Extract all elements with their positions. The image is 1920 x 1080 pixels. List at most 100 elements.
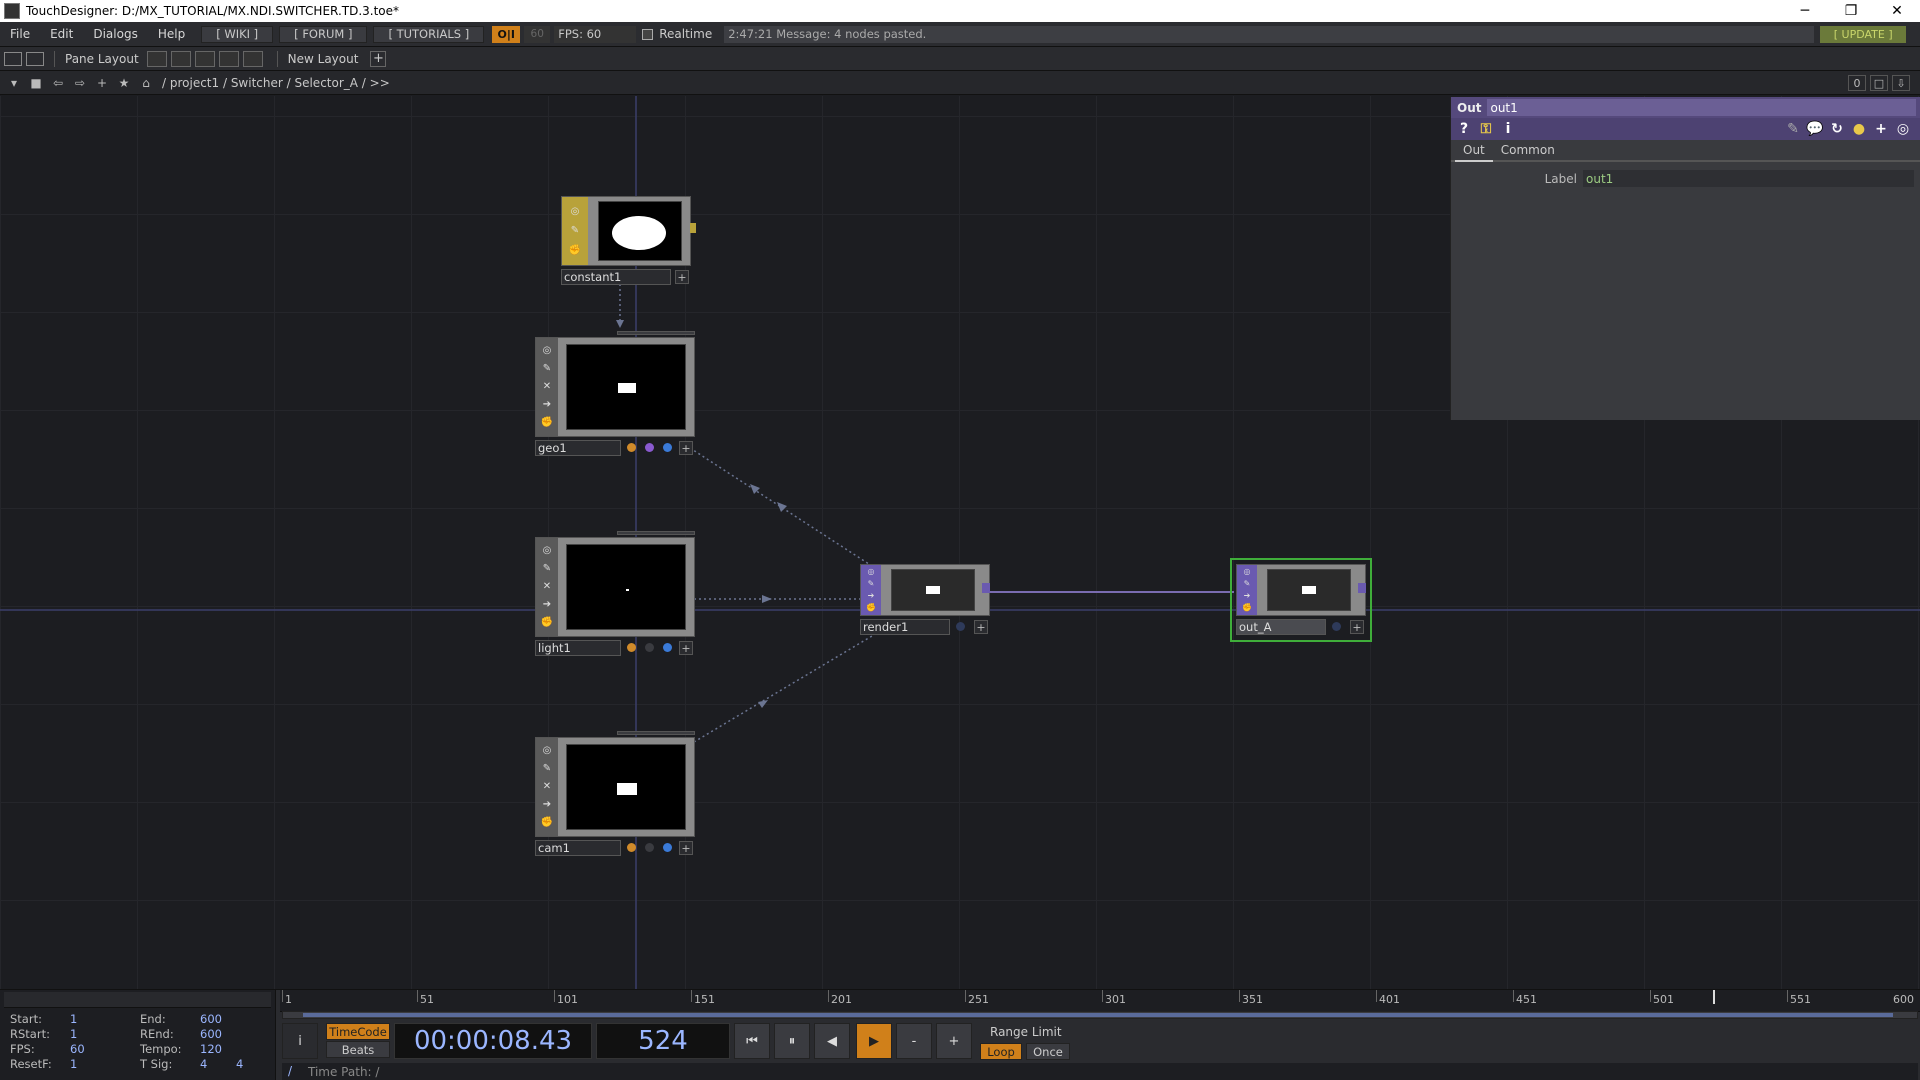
- node-cam1[interactable]: ◎ ✎ ✕ ➔ ✊ cam1 +: [535, 731, 695, 861]
- pane-type-icon[interactable]: [4, 51, 22, 66]
- display-flag[interactable]: [1332, 622, 1341, 631]
- home-icon[interactable]: ⌂: [138, 75, 154, 91]
- python-icon[interactable]: ●: [1850, 120, 1868, 138]
- minimize-button[interactable]: ─: [1782, 0, 1828, 22]
- node-plus-button[interactable]: +: [1350, 620, 1364, 634]
- start-value[interactable]: 1: [70, 1012, 77, 1026]
- edit-icon[interactable]: ✎: [543, 364, 551, 374]
- chevron-down-icon[interactable]: ▾: [6, 75, 22, 91]
- node-plus-button[interactable]: +: [679, 441, 693, 455]
- node-name-label[interactable]: out_A: [1236, 619, 1326, 635]
- bypass-icon[interactable]: ✕: [543, 382, 551, 392]
- pick-flag[interactable]: [645, 643, 654, 652]
- display-icon[interactable]: ➔: [543, 800, 551, 810]
- menu-file[interactable]: File: [0, 27, 40, 41]
- node-name-label[interactable]: cam1: [535, 840, 621, 856]
- node-plus-button[interactable]: +: [974, 620, 988, 634]
- layout-three-pane-icon[interactable]: [218, 50, 239, 67]
- node-plus-button[interactable]: +: [679, 841, 693, 855]
- timeline-ruler[interactable]: 1 51 101 151 201 251 301 351 401 451 501…: [280, 990, 1920, 1012]
- tab-out[interactable]: Out: [1455, 143, 1493, 162]
- network-path-breadcrumb[interactable]: / project1 / Switcher / Selector_A / >>: [162, 76, 390, 90]
- step-forward-button[interactable]: +: [936, 1023, 972, 1059]
- node-name-label[interactable]: geo1: [535, 440, 621, 456]
- node-plus-button[interactable]: +: [679, 641, 693, 655]
- viewer-toggle-icon[interactable]: ◎: [543, 746, 552, 756]
- edit-icon[interactable]: ✎: [571, 226, 579, 236]
- menu-edit[interactable]: Edit: [40, 27, 83, 41]
- rstart-value[interactable]: 1: [70, 1027, 77, 1041]
- node-light1[interactable]: ◎ ✎ ✕ ➔ ✊ light1 +: [535, 531, 695, 661]
- restore-button[interactable]: ❐: [1828, 0, 1874, 22]
- render-flag[interactable]: [627, 843, 636, 852]
- viewer-toggle-icon[interactable]: ◎: [868, 567, 875, 577]
- help-icon[interactable]: ?: [1455, 120, 1473, 138]
- cook-icon[interactable]: ✊: [541, 418, 553, 428]
- step-back-button[interactable]: -: [896, 1023, 932, 1059]
- output-connector[interactable]: [1358, 583, 1366, 593]
- bypass-icon[interactable]: ✕: [543, 782, 551, 792]
- cook-icon[interactable]: ✊: [541, 818, 553, 828]
- zero-button[interactable]: 0: [1848, 75, 1866, 91]
- edit-icon[interactable]: ✎: [868, 579, 875, 589]
- layout-split-vertical-icon[interactable]: [170, 50, 191, 67]
- realtime-checkbox[interactable]: [642, 28, 654, 40]
- display-icon[interactable]: ➔: [543, 400, 551, 410]
- operator-name-field[interactable]: out1: [1487, 99, 1916, 116]
- cook-icon[interactable]: ✊: [541, 618, 553, 628]
- play-icon[interactable]: ▶: [856, 1023, 892, 1059]
- display-icon[interactable]: ➔: [1244, 591, 1251, 601]
- viewer-toggle-icon[interactable]: ◎: [543, 546, 552, 556]
- timecode-mode-button[interactable]: TimeCode: [326, 1023, 390, 1040]
- import-icon[interactable]: ⇩: [1892, 75, 1910, 91]
- display-icon[interactable]: ➔: [868, 591, 875, 601]
- oi-toggle[interactable]: O|I: [492, 25, 521, 43]
- viewer-toggle-icon[interactable]: ◎: [543, 346, 552, 356]
- timeline-info-button[interactable]: i: [282, 1023, 318, 1059]
- tsig-value-a[interactable]: 4: [200, 1057, 207, 1071]
- node-out_A[interactable]: ◎ ✎ ➔ ✊ out_A +: [1230, 558, 1372, 642]
- menu-dialogs[interactable]: Dialogs: [83, 27, 147, 41]
- loop-button[interactable]: Loop: [980, 1043, 1022, 1060]
- tempo-value[interactable]: 120: [200, 1042, 222, 1056]
- node-geo1[interactable]: ◎ ✎ ✕ ➔ ✊ geo1 +: [535, 331, 695, 461]
- forward-arrow-icon[interactable]: ⇨: [72, 75, 88, 91]
- rewind-icon[interactable]: ⏮: [734, 1023, 770, 1059]
- viewer-toggle-icon[interactable]: ◎: [571, 206, 580, 217]
- timecode-display[interactable]: 00:00:08.43: [394, 1023, 592, 1059]
- beats-mode-button[interactable]: Beats: [326, 1041, 390, 1058]
- display-flag[interactable]: [663, 643, 672, 652]
- display-icon[interactable]: ➔: [543, 600, 551, 610]
- layout-split-horizontal-icon[interactable]: [194, 50, 215, 67]
- render-flag[interactable]: [627, 643, 636, 652]
- close-button[interactable]: ✕: [1874, 0, 1920, 22]
- cook-icon[interactable]: ✊: [1242, 603, 1252, 613]
- display-flag[interactable]: [663, 443, 672, 452]
- menu-help[interactable]: Help: [148, 27, 195, 41]
- add-icon[interactable]: +: [94, 75, 110, 91]
- node-plus-button[interactable]: +: [675, 270, 689, 284]
- pick-flag[interactable]: [645, 843, 654, 852]
- output-connector[interactable]: [690, 223, 696, 233]
- add-icon[interactable]: +: [1872, 120, 1890, 138]
- star-icon[interactable]: ★: [116, 75, 132, 91]
- cook-icon[interactable]: ✊: [569, 245, 581, 256]
- pause-icon[interactable]: ⏸: [774, 1023, 810, 1059]
- node-name-label[interactable]: render1: [860, 619, 950, 635]
- playhead-cursor[interactable]: [1713, 990, 1715, 1004]
- python-help-icon[interactable]: ⚿: [1477, 120, 1495, 138]
- pick-flag[interactable]: [645, 443, 654, 452]
- end-value[interactable]: 600: [200, 1012, 222, 1026]
- frame-display[interactable]: 524: [596, 1023, 730, 1059]
- target-icon[interactable]: ◎: [1894, 120, 1912, 138]
- node-name-label[interactable]: light1: [535, 640, 621, 656]
- tsig-value-b[interactable]: 4: [236, 1057, 243, 1071]
- node-render1[interactable]: ◎ ✎ ➔ ✊ render1 +: [860, 564, 992, 636]
- fps-value[interactable]: 60: [70, 1042, 85, 1056]
- render-flag[interactable]: [627, 443, 636, 452]
- pencil-icon[interactable]: ✎: [1784, 120, 1802, 138]
- play-reverse-icon[interactable]: ◀: [814, 1023, 850, 1059]
- tutorials-link[interactable]: [ TUTORIALS ]: [373, 25, 485, 43]
- layout-four-pane-icon[interactable]: [242, 50, 263, 67]
- edit-icon[interactable]: ✎: [543, 564, 551, 574]
